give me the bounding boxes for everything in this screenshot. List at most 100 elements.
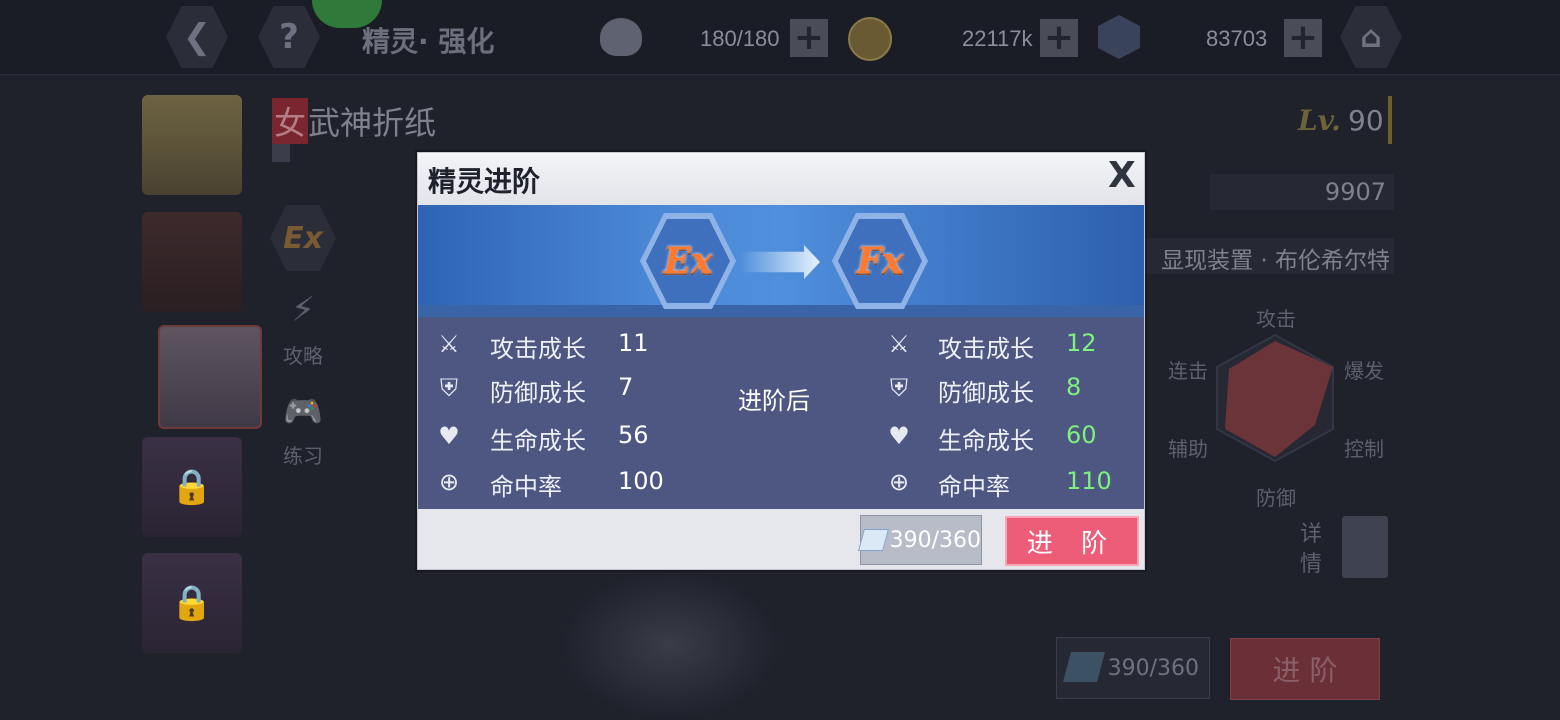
level-prefix: Lv. [1298,104,1341,137]
radar-chart [1216,333,1334,463]
practice-label[interactable]: 练习 [283,440,323,469]
power-panel: 9907 [1210,174,1394,210]
stat-row-hit-before: ⊕ 命中率 100 [418,459,718,505]
detail-label[interactable]: 详情 [1300,520,1326,580]
power-value: 9907 [1324,178,1386,206]
top-bar: ❮ ? 精灵· 强化 180/180 + 22117k + 83703 + ⌂ [0,0,1560,75]
stat-value: 100 [618,467,664,495]
heart-icon: ♥ [888,422,910,450]
crosshair-icon: ⊕ [888,468,910,496]
stat-value: 60 [1066,421,1097,449]
cost-value: 390/360 [889,527,981,553]
ticket-icon [858,529,889,551]
stat-value: 56 [618,421,649,449]
character-figure [560,570,780,720]
stat-label: 命中率 [938,473,1010,501]
banner-bottom-strip [418,305,1144,317]
stats-panel: ⚔ 攻击成长 11 ⛨ 防御成长 7 ♥ 生命成长 56 ⊕ 命中率 100 进… [418,317,1144,509]
guide-label[interactable]: 攻略 [283,340,323,369]
bg-advance-button[interactable]: 进 阶 [1230,638,1380,700]
crystal-icon [1098,15,1140,59]
stat-label: 生命成长 [490,427,586,455]
stat-value: 8 [1066,373,1082,401]
stat-row-hp-before: ♥ 生命成长 56 [418,413,718,459]
from-grade-text: Ex [663,240,713,282]
level-value: 90 [1348,104,1384,137]
radar-label-combo: 连击 [1168,359,1208,383]
gender-tag: 女 [272,98,309,144]
radar-label-burst: 爆发 [1344,359,1384,383]
radar-label-attack: 攻击 [1256,307,1296,331]
book-icon[interactable] [1342,516,1388,578]
from-grade-badge: Ex [640,213,736,309]
stat-row-hit-after: ⊕ 命中率 110 [868,459,1144,505]
add-crystal-button[interactable]: + [1284,19,1322,57]
stat-value: 11 [618,329,649,357]
grade-banner: Ex Fx [418,205,1144,317]
to-grade-badge: Fx [832,213,928,309]
spirit-portrait-locked-1[interactable]: 🔒 [142,437,242,537]
spirit-portrait-1[interactable] [142,95,242,195]
stat-value: 12 [1066,329,1097,357]
dialog-header: 精灵进阶 X [418,153,1144,205]
gold-coin-icon [848,17,892,61]
spirit-portrait-locked-2[interactable]: 🔒 [142,553,242,653]
gamepad-icon[interactable]: 🎮 [278,392,328,436]
shield-icon: ⛨ [890,374,908,402]
home-icon: ⌂ [1360,19,1382,55]
to-grade-text: Fx [856,240,904,282]
character-name: 武神折纸 [308,104,437,142]
close-button[interactable]: X [1108,155,1136,196]
question-icon: ? [279,17,299,57]
cost-panel: 390/360 [858,515,982,565]
rice-ball-icon [600,18,642,56]
radar-label-control: 控制 [1344,437,1384,461]
heart-icon: ♥ [438,422,460,450]
from-grade-inner: Ex [646,219,730,303]
back-button[interactable]: ❮ [166,6,228,68]
stat-row-hp-after: ♥ 生命成长 60 [868,413,1144,459]
stat-row-defense-after: ⛨ 防御成长 8 [868,367,1144,413]
equipment-panel: 显现装置 · 布伦希尔特 [1140,238,1394,274]
after-advance-label: 进阶后 [738,387,810,415]
advance-button[interactable]: 进 阶 [1005,516,1139,566]
page-title: 精灵· 强化 [362,25,495,58]
crystal-value: 83703 [1206,26,1268,51]
stat-label: 命中率 [490,473,562,501]
stamina-value: 180/180 [700,26,780,51]
lock-icon: 🔒 [170,467,214,507]
spirit-portrait-2[interactable] [142,212,242,312]
gold-value: 22117k [962,26,1033,51]
dialog-footer: 390/360 进 阶 [418,509,1144,569]
stat-row-attack-after: ⚔ 攻击成长 12 [868,321,1144,367]
help-button[interactable]: ? [258,6,320,68]
sword-icon: ⚔ [438,330,460,358]
spirit-portrait-selected[interactable] [158,325,262,429]
guide-icon[interactable]: ⚡ [278,290,328,334]
chevron-left-icon: ❮ [182,17,212,57]
stat-row-defense-before: ⛨ 防御成长 7 [418,367,718,413]
radar-label-defense: 防御 [1256,486,1296,510]
add-stamina-button[interactable]: + [790,19,828,57]
stat-label: 防御成长 [490,379,586,407]
sword-icon: ⚔ [888,330,910,358]
equipment-name: 显现装置 · 布伦希尔特 [1161,248,1390,274]
shield-icon: ⛨ [440,374,458,402]
stat-label: 攻击成长 [490,335,586,363]
radar-label-support: 辅助 [1168,437,1208,461]
bg-cost-panel: 390/360 [1056,637,1210,699]
to-grade-inner: Fx [838,219,922,303]
bg-ticket-icon [1062,652,1106,682]
stat-label: 攻击成长 [938,335,1034,363]
grade-badge: Ex [270,205,336,271]
stat-value: 110 [1066,467,1112,495]
add-gold-button[interactable]: + [1040,19,1078,57]
stat-value: 7 [618,373,634,401]
crosshair-icon: ⊕ [438,468,460,496]
stat-label: 生命成长 [938,427,1034,455]
home-button[interactable]: ⌂ [1340,6,1402,68]
element-icon [272,144,290,162]
lock-icon: 🔒 [170,583,214,623]
stat-row-attack-before: ⚔ 攻击成长 11 [418,321,718,367]
grade-text: Ex [283,220,323,256]
